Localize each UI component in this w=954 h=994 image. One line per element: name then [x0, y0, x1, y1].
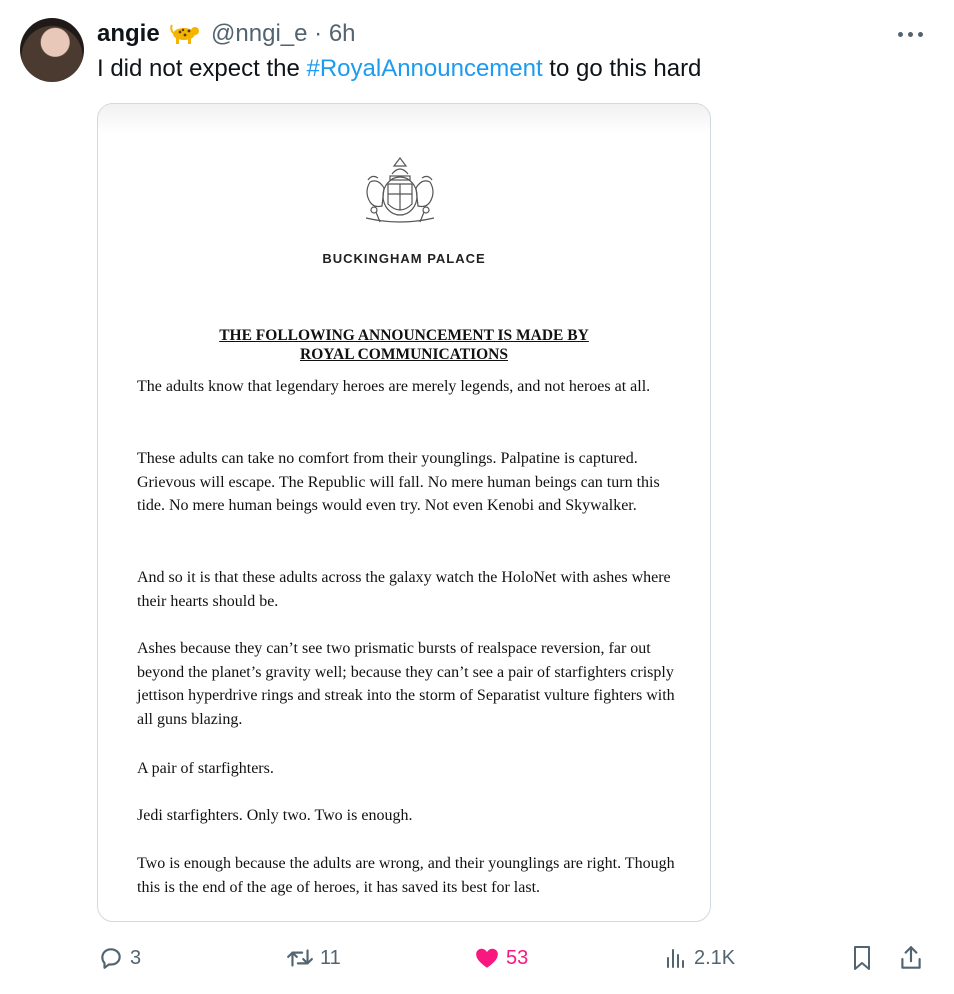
- hashtag-link[interactable]: #RoyalAnnouncement: [306, 55, 542, 82]
- views-icon: [667, 949, 684, 968]
- bookmark-button[interactable]: [850, 940, 874, 976]
- reply-icon: [101, 948, 121, 969]
- views-button[interactable]: 2.1K: [664, 940, 735, 976]
- heart-icon: [476, 948, 498, 968]
- share-icon: [901, 946, 921, 969]
- announcement-paragraph: These adults can take no comfort from th…: [137, 450, 660, 515]
- announcement-paragraph: Jedi starfighters. Only two. Two is enou…: [137, 807, 413, 824]
- like-button[interactable]: 53: [474, 940, 528, 976]
- tweet-image[interactable]: BUCKINGHAM PALACE THE FOLLOWING ANNOUNCE…: [97, 103, 711, 922]
- tweet-time[interactable]: 6h: [329, 20, 356, 47]
- tweet-header: angie @nngi_e · 6h: [97, 19, 356, 49]
- announcement-heading: THE FOLLOWING ANNOUNCEMENT IS MADE BY RO…: [98, 326, 710, 364]
- repost-count: 11: [320, 946, 341, 969]
- royal-crest-icon: [365, 157, 435, 223]
- leopard-emoji-icon: [170, 24, 200, 44]
- reply-count: 3: [130, 946, 142, 969]
- views-count: 2.1K: [694, 946, 736, 969]
- announcement-paragraph: Ashes because they can’t see two prismat…: [137, 640, 675, 728]
- tweet-text-before: I did not expect the: [97, 55, 307, 82]
- announcement-paragraph: The adults know that legendary heroes ar…: [137, 378, 651, 395]
- repost-button[interactable]: 11: [286, 940, 341, 976]
- announcement-paragraph: And so it is that these adults across th…: [137, 569, 671, 610]
- heading-line-1: THE FOLLOWING ANNOUNCEMENT IS MADE BY: [219, 327, 589, 344]
- tweet-text: I did not expect the #RoyalAnnouncement …: [97, 54, 701, 84]
- repost-icon: [287, 949, 313, 967]
- bookmark-icon: [854, 946, 870, 970]
- share-button[interactable]: [898, 940, 924, 976]
- more-options-icon[interactable]: [898, 22, 926, 46]
- meta-separator: ·: [314, 20, 323, 47]
- announcement-paragraph: Two is enough because the adults are wro…: [137, 855, 675, 896]
- announcement-paragraph: A pair of starfighters.: [137, 760, 274, 777]
- user-handle[interactable]: @nngi_e: [211, 20, 307, 47]
- like-count: 53: [506, 946, 529, 969]
- display-name[interactable]: angie: [97, 20, 160, 47]
- image-top-shade: [98, 104, 710, 134]
- heading-line-2: ROYAL COMMUNICATIONS: [300, 346, 508, 363]
- reply-button[interactable]: 3: [98, 940, 141, 976]
- user-avatar[interactable]: [20, 18, 84, 82]
- tweet-text-after: to go this hard: [542, 55, 702, 82]
- palace-title: BUCKINGHAM PALACE: [322, 251, 486, 266]
